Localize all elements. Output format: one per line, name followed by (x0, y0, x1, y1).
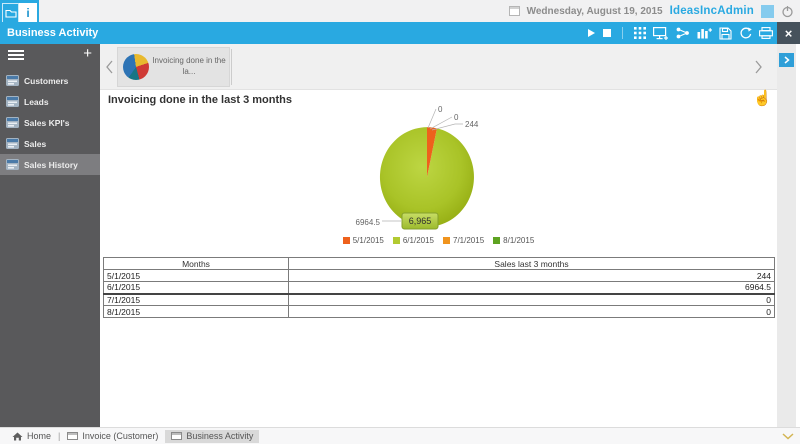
widget-card-title: Invoicing done in the la... (149, 56, 229, 78)
topbar-right-cluster: Wednesday, August 19, 2015 IdeasIncAdmin (509, 0, 794, 22)
hand-cursor-icon: ☝ (753, 89, 772, 107)
legend-item[interactable]: 7/1/2015 (443, 236, 484, 245)
column-header-sales: Sales last 3 months (289, 258, 775, 270)
menu-icon[interactable] (8, 50, 24, 62)
window-tab-strip: i (0, 0, 39, 22)
sidebar-item-sales-history[interactable]: Sales History (0, 154, 100, 175)
table-header-row: Months Sales last 3 months (104, 258, 775, 270)
sidebar-item-label: Sales KPI's (24, 118, 70, 128)
pie-slices[interactable] (380, 127, 474, 227)
widget-card[interactable]: Invoicing done in the la... (117, 47, 230, 87)
chevron-right-icon (784, 56, 790, 64)
legend-item[interactable]: 5/1/2015 (343, 236, 384, 245)
calendar-icon (509, 6, 520, 16)
sidebar-item-sales-kpis[interactable]: Sales KPI's (0, 112, 100, 133)
pie-widget-icon (123, 54, 149, 80)
notification-chevron-icon[interactable] (782, 433, 794, 440)
chart-add-icon[interactable] (697, 27, 712, 39)
folder-icon (5, 8, 17, 18)
grid-window-icon (6, 138, 19, 149)
user-avatar[interactable] (761, 5, 774, 18)
statusbar-tab-business-activity[interactable]: Business Activity (165, 430, 259, 443)
screen-add-icon[interactable] (653, 27, 669, 40)
sidebar-item-leads[interactable]: Leads (0, 91, 100, 112)
statusbar-separator: | (58, 431, 60, 441)
legend-swatch (393, 237, 400, 244)
add-button[interactable]: + (83, 45, 92, 62)
grid-window-icon (6, 117, 19, 128)
sidebar-item-sales[interactable]: Sales (0, 133, 100, 154)
sidebar-item-label: Customers (24, 76, 68, 86)
status-bar: Home | Invoice (Customer) Business Activ… (0, 427, 800, 444)
june-value-label: 6964.5 (356, 218, 381, 227)
sidebar-header: + (0, 44, 100, 70)
pie-slice-june[interactable] (380, 127, 474, 227)
toolbar-divider (622, 27, 623, 39)
window-tab-folder[interactable] (2, 3, 19, 22)
play-button[interactable] (587, 28, 596, 38)
current-date: Wednesday, August 19, 2015 (527, 6, 663, 17)
legend-swatch (493, 237, 500, 244)
legend-swatch (343, 237, 350, 244)
table-row[interactable]: 6/1/2015 6964.5 (104, 282, 775, 294)
app-title-bar: Business Activity (0, 22, 800, 44)
power-icon[interactable] (781, 5, 794, 18)
print-icon[interactable] (759, 27, 773, 39)
chart-legend: 5/1/2015 6/1/2015 7/1/2015 8/1/2015 (100, 236, 777, 245)
user-name[interactable]: IdeasIncAdmin (670, 5, 754, 17)
sidebar-item-label: Leads (24, 97, 49, 107)
data-tooltip: 6,965 (402, 213, 438, 229)
pie-chart[interactable]: 0 0 244 6964.5 6,965 (347, 99, 507, 249)
close-button[interactable]: × (777, 22, 800, 44)
window-tab-info[interactable]: i (19, 3, 37, 22)
grid-window-icon (6, 96, 19, 107)
svg-text:6,965: 6,965 (409, 216, 432, 226)
column-header-months: Months (104, 258, 289, 270)
home-icon (12, 432, 23, 441)
expand-button[interactable] (779, 53, 794, 67)
svg-text:0: 0 (438, 105, 443, 114)
legend-item[interactable]: 8/1/2015 (493, 236, 534, 245)
share-icon[interactable] (676, 27, 690, 39)
window-icon (67, 432, 78, 440)
toolbar (587, 22, 773, 44)
top-window-bar: i Wednesday, August 19, 2015 IdeasIncAdm… (0, 0, 800, 22)
sidebar-item-label: Sales History (24, 160, 78, 170)
app-title: Business Activity (7, 27, 98, 39)
table-row[interactable]: 5/1/2015 244 (104, 270, 775, 282)
strip-prev-icon[interactable] (106, 60, 114, 74)
grid-window-icon (6, 75, 19, 86)
apps-grid-icon[interactable] (634, 27, 646, 39)
sidebar: + Customers Leads Sales KPI's Sales Sale… (0, 44, 100, 427)
sales-table: Months Sales last 3 months 5/1/2015 244 … (103, 257, 775, 318)
statusbar-home[interactable]: Home (12, 430, 51, 443)
refresh-icon[interactable] (739, 27, 752, 40)
widget-strip: Invoicing done in the la... (100, 44, 777, 90)
strip-next-icon[interactable] (755, 60, 763, 74)
grid-window-icon (6, 159, 19, 170)
strip-divider (231, 49, 232, 85)
table-row[interactable]: 7/1/2015 0 (104, 294, 775, 306)
chart-title: Invoicing done in the last 3 months (108, 94, 292, 106)
svg-text:0: 0 (454, 113, 459, 122)
window-icon (171, 432, 182, 440)
app-window: i Wednesday, August 19, 2015 IdeasIncAdm… (0, 0, 800, 444)
main-content: Invoicing done in the la... Invoicing do… (100, 44, 800, 427)
sidebar-item-customers[interactable]: Customers (0, 70, 100, 91)
save-icon[interactable] (719, 27, 732, 40)
right-gutter[interactable] (777, 44, 796, 427)
statusbar-tab-invoice[interactable]: Invoice (Customer) (67, 430, 158, 443)
svg-text:244: 244 (465, 120, 479, 129)
sidebar-item-label: Sales (24, 139, 46, 149)
legend-swatch (443, 237, 450, 244)
table-row[interactable]: 8/1/2015 0 (104, 306, 775, 318)
legend-item[interactable]: 6/1/2015 (393, 236, 434, 245)
stop-button[interactable] (603, 29, 611, 37)
info-icon: i (26, 6, 29, 20)
